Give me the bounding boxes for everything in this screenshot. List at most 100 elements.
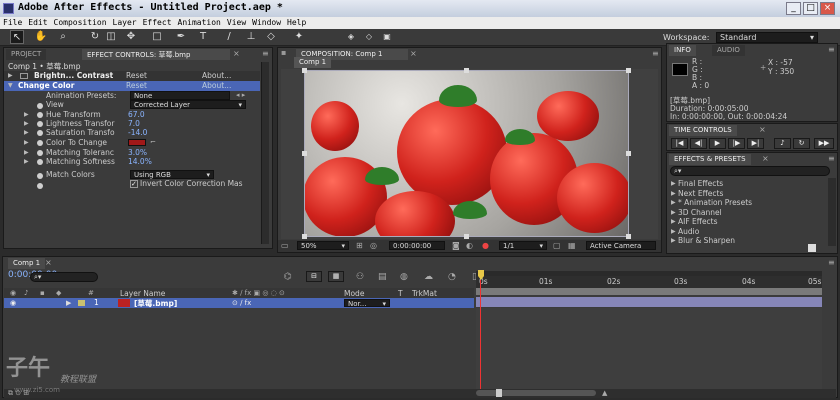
- workspace-dropdown[interactable]: Standard ▾: [716, 32, 818, 43]
- maximize-button[interactable]: □: [803, 2, 818, 15]
- stopwatch-icon[interactable]: [37, 150, 43, 156]
- transform-handle[interactable]: [302, 151, 307, 156]
- fx-toggle-icon[interactable]: [20, 73, 28, 79]
- hide-shy-icon[interactable]: ⚇: [356, 272, 364, 282]
- reset-link[interactable]: Reset: [126, 81, 147, 91]
- menu-composition[interactable]: Composition: [51, 17, 110, 28]
- expand-arrow-icon[interactable]: ▶: [8, 72, 13, 79]
- view-dropdown[interactable]: Corrected Layer ▾: [130, 100, 246, 109]
- frame-blending-icon[interactable]: ▤: [378, 272, 387, 282]
- close-tab-icon[interactable]: ×: [233, 49, 240, 58]
- minimize-button[interactable]: _: [786, 2, 801, 15]
- effects-category-item[interactable]: Audio: [678, 227, 699, 237]
- stopwatch-icon[interactable]: [37, 183, 43, 189]
- selection-tool-icon[interactable]: ↖: [10, 30, 24, 44]
- effects-category-item[interactable]: Final Effects: [678, 179, 723, 189]
- work-area-bar[interactable]: [476, 288, 822, 295]
- first-frame-button[interactable]: |◀: [671, 138, 688, 149]
- close-tab-icon[interactable]: ×: [410, 49, 417, 58]
- axis-world-icon[interactable]: ◇: [362, 30, 376, 44]
- close-tab-icon[interactable]: ×: [759, 125, 766, 134]
- effects-search-input[interactable]: ⌕▾: [670, 166, 830, 176]
- comp-mini-flowchart-icon[interactable]: ⌬: [284, 272, 292, 282]
- eraser-tool-icon[interactable]: ◇: [264, 30, 278, 44]
- loop-button[interactable]: ↻: [793, 138, 810, 149]
- camera-dropdown[interactable]: Active Camera: [586, 241, 656, 250]
- expand-arrow-icon[interactable]: ▶: [24, 120, 29, 127]
- camera-tool-icon[interactable]: ◫: [104, 30, 118, 44]
- tab-time-controls[interactable]: TIME CONTROLS: [669, 125, 737, 136]
- layer-bounding-box[interactable]: [304, 70, 629, 237]
- close-tab-icon[interactable]: ×: [762, 154, 769, 163]
- effects-category-item[interactable]: * Animation Presets: [678, 198, 752, 208]
- stopwatch-icon[interactable]: [37, 103, 43, 109]
- eyedropper-icon[interactable]: ⌐: [150, 138, 156, 146]
- collapse-arrow-icon[interactable]: ▼: [8, 82, 13, 89]
- expand-arrow-icon[interactable]: ▶: [24, 129, 29, 136]
- expand-arrow-icon[interactable]: ▶: [24, 111, 29, 118]
- transform-handle[interactable]: [464, 68, 469, 73]
- snapshot-icon[interactable]: ◙: [452, 241, 460, 250]
- menu-edit[interactable]: Edit: [25, 17, 50, 28]
- panel-menu-icon[interactable]: ≡: [828, 154, 835, 163]
- zoom-dropdown[interactable]: 50% ▾: [297, 241, 349, 250]
- close-button[interactable]: ×: [820, 2, 835, 15]
- stopwatch-icon[interactable]: [37, 173, 43, 179]
- comp-timecode[interactable]: 0:00:00:00: [389, 241, 445, 250]
- panel-menu-icon[interactable]: ≡: [652, 49, 659, 58]
- axis-view-icon[interactable]: ▣: [380, 30, 394, 44]
- lock-icon[interactable]: ▪: [281, 48, 286, 57]
- transform-handle[interactable]: [626, 151, 631, 156]
- clone-stamp-tool-icon[interactable]: ⊥: [244, 30, 258, 44]
- reset-link[interactable]: Reset: [126, 71, 147, 81]
- stopwatch-icon[interactable]: [37, 159, 43, 165]
- about-link[interactable]: About...: [202, 71, 231, 81]
- layer-name[interactable]: [草莓.bmp]: [134, 298, 177, 308]
- brush-tool-icon[interactable]: /: [222, 30, 236, 44]
- expand-arrow-icon[interactable]: ▶: [24, 139, 29, 146]
- tab-project[interactable]: PROJECT: [6, 49, 47, 60]
- tab-effect-controls[interactable]: EFFECT CONTROLS: 草莓.bmp: [82, 49, 230, 60]
- region-of-interest-icon[interactable]: ▢: [553, 241, 561, 250]
- panel-menu-icon[interactable]: ≡: [828, 45, 835, 54]
- motion-blur-icon[interactable]: ◍: [400, 272, 408, 282]
- mask-tool-icon[interactable]: □: [150, 30, 164, 44]
- close-tab-icon[interactable]: ×: [45, 258, 52, 267]
- panel-menu-icon[interactable]: ≡: [262, 49, 269, 58]
- tab-info[interactable]: INFO: [669, 45, 696, 56]
- channel-icon[interactable]: ●: [482, 241, 489, 250]
- show-snapshot-icon[interactable]: ◐: [466, 241, 473, 250]
- expand-arrow-icon[interactable]: ▶: [66, 299, 71, 307]
- transparency-grid-icon[interactable]: ▦: [568, 241, 576, 250]
- next-frame-button[interactable]: |▶: [728, 138, 745, 149]
- ram-preview-button[interactable]: ▶▶: [814, 138, 834, 149]
- zoom-tool-icon[interactable]: ⌕: [56, 30, 70, 44]
- tab-effects-presets[interactable]: EFFECTS & PRESETS: [669, 154, 751, 165]
- property-value[interactable]: -14.0: [128, 128, 147, 138]
- invert-checkbox[interactable]: ✓: [130, 180, 138, 188]
- transform-handle[interactable]: [626, 234, 631, 239]
- play-button[interactable]: ▶: [709, 138, 726, 149]
- layer-search-input[interactable]: ⌕▾: [30, 272, 98, 282]
- scrollbar[interactable]: [261, 62, 269, 244]
- tab-audio[interactable]: AUDIO: [712, 45, 745, 56]
- expand-arrow-icon[interactable]: ▶: [24, 149, 29, 156]
- property-value[interactable]: 14.0%: [128, 157, 152, 167]
- always-preview-icon[interactable]: ▭: [281, 241, 289, 250]
- mask-visibility-icon[interactable]: ◎: [370, 241, 377, 250]
- pan-behind-tool-icon[interactable]: ✥: [124, 30, 138, 44]
- hand-tool-icon[interactable]: ✋: [34, 30, 48, 44]
- effects-category-item[interactable]: 3D Channel: [678, 208, 722, 218]
- zoom-in-icon[interactable]: ▲: [602, 389, 607, 397]
- menu-help[interactable]: Help: [284, 17, 309, 28]
- zoom-slider-thumb[interactable]: [496, 389, 502, 397]
- transform-handle[interactable]: [626, 68, 631, 73]
- color-swatch[interactable]: [128, 139, 146, 146]
- brainstorm-icon[interactable]: ☁: [424, 272, 433, 282]
- effects-category-item[interactable]: Blur & Sharpen: [678, 236, 735, 246]
- expand-arrow-icon[interactable]: ▶: [671, 237, 676, 244]
- live-update-icon[interactable]: ⊟: [306, 271, 322, 282]
- stopwatch-icon[interactable]: [37, 140, 43, 146]
- menu-effect[interactable]: Effect: [140, 17, 175, 28]
- menu-animation[interactable]: Animation: [175, 17, 224, 28]
